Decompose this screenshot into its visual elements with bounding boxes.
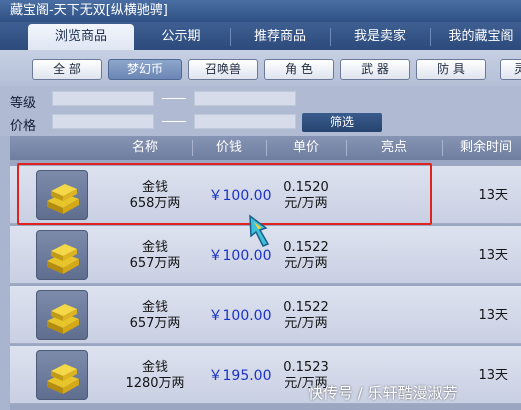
item-name-line1: 金钱 (141, 300, 168, 315)
header-highlights: 亮点 (380, 140, 407, 155)
gold-bars-icon (36, 170, 88, 220)
tab-my-treasure[interactable]: 我的藏宝阁 (436, 24, 521, 50)
item-name: 金钱 657万两 (110, 300, 200, 332)
tab-divider (330, 28, 331, 46)
item-amount: 658万两 (129, 196, 181, 211)
category-all-button[interactable]: 全 部 (32, 59, 102, 80)
tab-seller[interactable]: 我是卖家 (336, 24, 424, 50)
category-bar: 全 部 梦幻币 召唤兽 角 色 武 器 防 具 灵 (0, 50, 521, 86)
table-header: 名称 价钱 单价 亮点 剩余时间 (10, 136, 521, 160)
table-row[interactable]: 金钱 657万两 ￥100.00 0.1522 元/万两 13天 (10, 286, 521, 344)
item-unit-price: 0.1522 元/万两 (266, 300, 346, 332)
item-unit-price: 0.1522 元/万两 (266, 240, 346, 272)
category-more-button[interactable]: 灵 (500, 59, 521, 80)
item-name-line1: 金钱 (141, 360, 168, 375)
tab-recommended[interactable]: 推荐商品 (236, 24, 324, 50)
category-game-coins-button[interactable]: 梦幻币 (108, 59, 182, 80)
listing-table: 名称 价钱 单价 亮点 剩余时间 金钱 658万两 ￥100.00 0.1520 元… (10, 136, 521, 410)
tab-divider (430, 28, 431, 46)
item-time-left: 13天 (478, 188, 508, 203)
level-max-input[interactable] (194, 91, 296, 106)
tab-public-notice[interactable]: 公示期 (140, 24, 222, 50)
price-min-input[interactable] (52, 114, 154, 129)
item-name: 金钱 658万两 (110, 180, 200, 212)
unit-price-value: 0.1523 (283, 360, 329, 375)
main-tab-bar: 浏览商品 公示期 推荐商品 我是卖家 我的藏宝阁 (0, 22, 521, 50)
gold-bars-icon (36, 230, 88, 280)
unit-price-value: 0.1522 (283, 300, 329, 315)
unit-price-value: 0.1522 (283, 240, 329, 255)
price-max-input[interactable] (194, 114, 296, 129)
header-time-left: 剩余时间 (459, 140, 512, 155)
item-time-left: 13天 (478, 248, 508, 263)
range-dash (162, 121, 186, 122)
item-name: 金钱 657万两 (110, 240, 200, 272)
price-label: 价格 (10, 119, 37, 134)
unit-price-value: 0.1520 (283, 180, 329, 195)
filter-panel: 等级 价格 筛选 (0, 86, 521, 136)
tab-browse-items[interactable]: 浏览商品 (28, 24, 134, 50)
level-label: 等级 (10, 96, 37, 111)
level-min-input[interactable] (52, 91, 154, 106)
unit-price-unit: 元/万两 (284, 256, 328, 271)
category-pets-button[interactable]: 召唤兽 (188, 59, 258, 80)
header-divider (442, 140, 443, 156)
unit-price-unit: 元/万两 (284, 196, 328, 211)
tab-divider (230, 28, 231, 46)
category-weapons-button[interactable]: 武 器 (340, 59, 410, 80)
gold-bars-icon (36, 350, 88, 400)
header-price: 价钱 (215, 140, 242, 155)
item-unit-price: 0.1520 元/万两 (266, 180, 346, 212)
game-cursor-icon (248, 214, 278, 252)
gold-bars-icon (36, 290, 88, 340)
header-name: 名称 (131, 140, 158, 155)
window-title: 藏宝阁-天下无双[纵横驰骋] (0, 0, 521, 22)
item-name-line1: 金钱 (141, 240, 168, 255)
watermark-text: 快传号 / 乐轩酷漫淑芳 (308, 384, 458, 402)
filter-button[interactable]: 筛选 (302, 113, 382, 132)
item-name: 金钱 1280万两 (110, 360, 200, 392)
category-armor-button[interactable]: 防 具 (416, 59, 486, 80)
category-characters-button[interactable]: 角 色 (264, 59, 334, 80)
item-amount: 657万两 (129, 316, 181, 331)
item-time-left: 13天 (478, 308, 508, 323)
header-unit-price: 单价 (292, 140, 319, 155)
item-amount: 1280万两 (125, 376, 185, 391)
item-name-line1: 金钱 (141, 180, 168, 195)
unit-price-unit: 元/万两 (284, 316, 328, 331)
item-amount: 657万两 (129, 256, 181, 271)
range-dash (162, 98, 186, 99)
